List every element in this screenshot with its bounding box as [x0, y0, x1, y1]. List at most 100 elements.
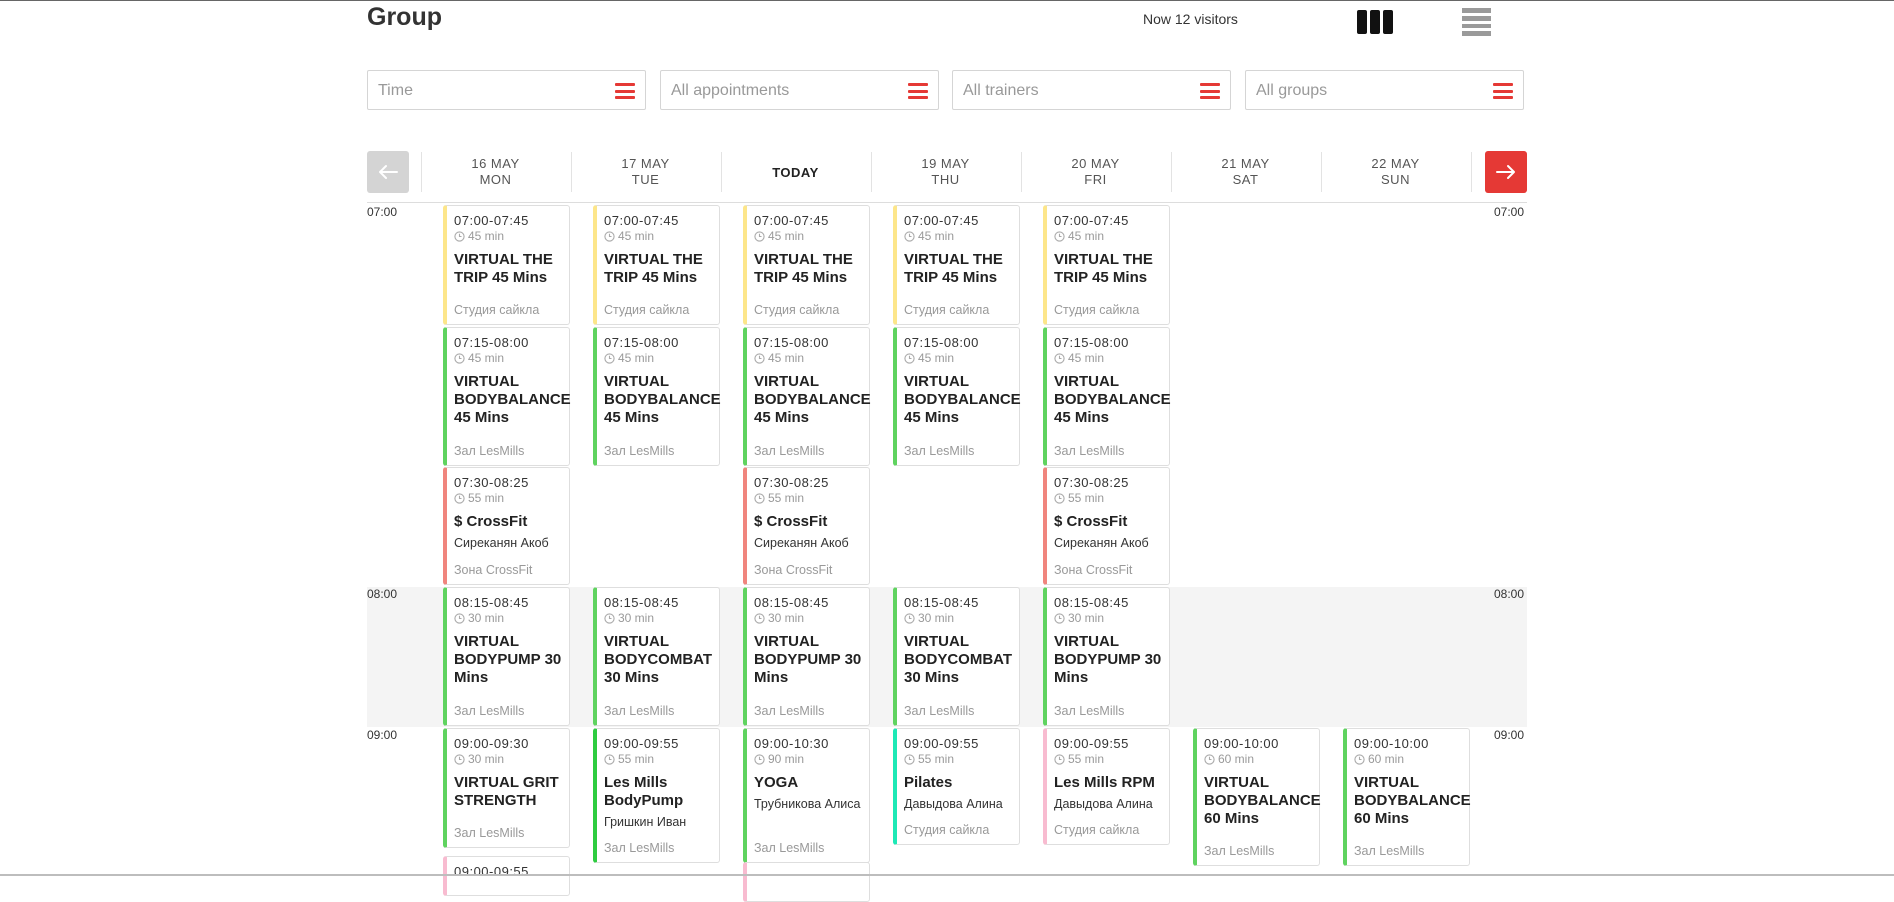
day-date: TODAY [772, 165, 819, 180]
clock-icon [754, 753, 765, 765]
class-card[interactable]: 07:00-07:45 45 min VIRTUAL THE TRIP 45 Min… [893, 205, 1020, 325]
class-card[interactable]: 07:30-08:25 55 min $ CrossFit Сиреканян Ако… [1043, 467, 1170, 585]
class-duration: 45 min [454, 229, 569, 243]
class-card[interactable]: 09:00-10:00 60 min VIRTUAL BODYBALANCE 60 … [1193, 728, 1321, 866]
day-date: 17 MAY [621, 156, 670, 171]
class-room: Студия сайкла [1054, 823, 1140, 837]
day-weekday: SUN [1381, 172, 1410, 187]
class-card[interactable]: 09:00-09:55 55 min Les Mills RPM Давыдова А… [1043, 728, 1170, 845]
class-time: 09:00-10:00 [1204, 736, 1279, 751]
class-card[interactable]: 08:15-08:45 30 min VIRTUAL BODYPUMP 30 Min… [1043, 587, 1170, 726]
class-card[interactable]: 08:15-08:45 30 min VIRTUAL BODYPUMP 30 Min… [443, 587, 570, 726]
class-duration-text: 45 min [768, 229, 805, 243]
clock-icon [604, 352, 615, 364]
day-date: 19 MAY [921, 156, 970, 171]
class-card[interactable]: 07:15-08:00 45 min VIRTUAL BODYBALANCE 45 … [443, 327, 571, 466]
clock-icon [454, 612, 465, 624]
day-weekday: SAT [1232, 172, 1259, 187]
class-room: Студия сайкла [754, 303, 840, 317]
list-view-icon[interactable] [1462, 8, 1491, 36]
class-card[interactable]: 07:00-07:45 45 min VIRTUAL THE TRIP 45 Min… [1043, 205, 1170, 325]
class-duration-text: 45 min [1068, 351, 1105, 365]
class-card[interactable]: 08:15-08:45 30 min VIRTUAL BODYCOMBAT 30 M… [893, 587, 1020, 726]
class-card[interactable] [743, 862, 870, 902]
class-duration-text: 55 min [618, 752, 655, 766]
clock-icon [604, 753, 615, 765]
class-duration-text: 60 min [1368, 752, 1405, 766]
class-card[interactable]: 08:15-08:45 30 min VIRTUAL BODYPUMP 30 Min… [743, 587, 870, 726]
prev-week-button[interactable] [367, 151, 409, 193]
class-trainer: Давыдова Алина [1054, 797, 1153, 811]
class-time: 09:00-09:55 [1054, 736, 1129, 751]
class-card[interactable]: 09:00-09:55 [443, 856, 570, 896]
class-card[interactable]: 09:00-09:30 30 min VIRTUAL GRIT STRENGTH За… [443, 728, 570, 848]
class-duration: 45 min [1054, 351, 1169, 365]
class-duration: 45 min [1054, 229, 1169, 243]
class-card[interactable]: 09:00-09:55 55 min Les Mills BodyPump Гришк… [593, 728, 720, 863]
filter-time[interactable]: Time [367, 70, 646, 110]
class-room: Зона CrossFit [454, 563, 533, 577]
class-card[interactable]: 07:00-07:45 45 min VIRTUAL THE TRIP 45 Min… [593, 205, 720, 325]
day-date: 21 MAY [1221, 156, 1270, 171]
filter-appointments[interactable]: All appointments [660, 70, 939, 110]
class-time: 07:30-08:25 [754, 475, 829, 490]
class-card[interactable]: 07:00-07:45 45 min VIRTUAL THE TRIP 45 Min… [743, 205, 870, 325]
class-duration-text: 30 min [768, 611, 805, 625]
class-room: Студия сайкла [904, 303, 990, 317]
class-time: 09:00-09:55 [454, 864, 529, 879]
filter-groups[interactable]: All groups [1245, 70, 1524, 110]
class-duration: 90 min [754, 752, 869, 766]
class-time: 08:15-08:45 [904, 595, 979, 610]
class-card[interactable]: 07:00-07:45 45 min VIRTUAL THE TRIP 45 Min… [443, 205, 570, 325]
clock-icon [454, 492, 465, 504]
filter-trainers[interactable]: All trainers [952, 70, 1231, 110]
class-time: 07:00-07:45 [904, 213, 979, 228]
clock-icon [1054, 612, 1065, 624]
class-room: Зал LesMills [454, 444, 525, 458]
class-room: Зал LesMills [454, 704, 525, 718]
class-duration: 45 min [904, 229, 1019, 243]
class-name: YOGA [754, 774, 799, 791]
time-label-right-08: 08:00 [1494, 587, 1525, 601]
class-card[interactable]: 09:00-10:00 60 min VIRTUAL BODYBALANCE 60 … [1343, 728, 1471, 866]
day-date: 20 MAY [1071, 156, 1120, 171]
clock-icon [604, 612, 615, 624]
menu-icon [1200, 83, 1220, 99]
class-card[interactable]: 07:30-08:25 55 min $ CrossFit Сиреканян Ако… [443, 467, 570, 585]
class-room: Зал LesMills [604, 841, 675, 855]
class-time: 07:30-08:25 [454, 475, 529, 490]
arrow-left-icon [379, 165, 398, 179]
class-card[interactable]: 07:30-08:25 55 min $ CrossFit Сиреканян Ако… [743, 467, 870, 585]
class-time: 07:15-08:00 [454, 335, 529, 350]
class-card[interactable]: 07:15-08:00 45 min VIRTUAL BODYBALANCE 45 … [1043, 327, 1171, 466]
next-week-button[interactable] [1485, 151, 1527, 193]
class-name: $ CrossFit [454, 513, 528, 530]
menu-icon [615, 83, 635, 99]
class-name: VIRTUAL THE TRIP 45 Mins [754, 251, 853, 286]
class-card[interactable]: 09:00-10:30 90 min YOGA Трубникова Алиса Зал… [743, 728, 870, 863]
class-room: Зал LesMills [754, 444, 825, 458]
class-name: VIRTUAL GRIT STRENGTH [454, 774, 559, 809]
clock-icon [754, 612, 765, 624]
class-card[interactable]: 07:15-08:00 45 min VIRTUAL BODYBALANCE 45 … [593, 327, 721, 466]
class-trainer: Сиреканян Акоб [754, 536, 849, 550]
class-duration: 30 min [1054, 611, 1169, 625]
class-duration-text: 55 min [468, 491, 505, 505]
class-duration-text: 55 min [1068, 752, 1105, 766]
time-label-right-07: 07:00 [1494, 205, 1525, 219]
class-duration-text: 45 min [618, 351, 655, 365]
class-time: 07:00-07:45 [1054, 213, 1129, 228]
clock-icon [1204, 753, 1215, 765]
class-duration: 45 min [754, 229, 869, 243]
class-time: 07:00-07:45 [604, 213, 679, 228]
class-card[interactable]: 07:15-08:00 45 min VIRTUAL BODYBALANCE 45 … [743, 327, 871, 466]
class-card[interactable]: 07:15-08:00 45 min VIRTUAL BODYBALANCE 45 … [893, 327, 1021, 466]
header-divider [367, 202, 1527, 203]
columns-view-icon[interactable] [1357, 10, 1393, 34]
class-card[interactable]: 09:00-09:55 55 min Pilates Давыдова Алина Ст… [893, 728, 1020, 845]
class-name: Les Mills BodyPump [604, 774, 684, 809]
class-duration: 30 min [754, 611, 869, 625]
class-trainer: Сиреканян Акоб [1054, 536, 1149, 550]
class-duration: 60 min [1204, 752, 1319, 766]
class-card[interactable]: 08:15-08:45 30 min VIRTUAL BODYCOMBAT 30 M… [593, 587, 720, 726]
